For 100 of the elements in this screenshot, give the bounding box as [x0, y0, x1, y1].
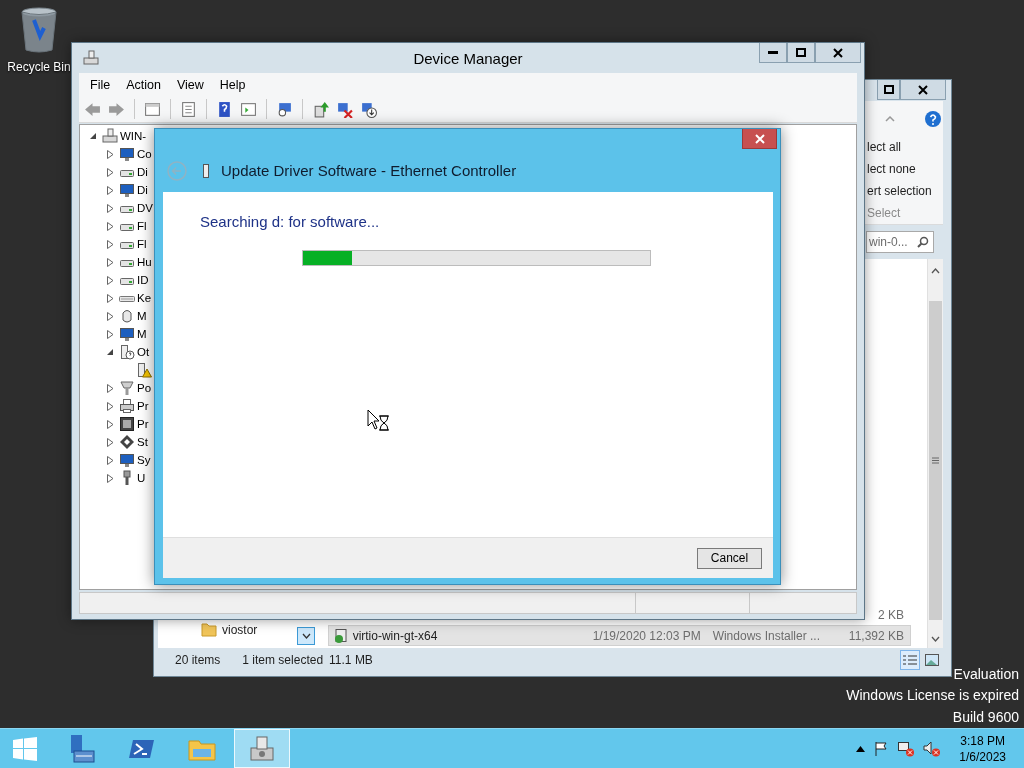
tree-item[interactable]: Ke	[137, 292, 152, 304]
mouse-icon	[119, 308, 135, 324]
tree-item[interactable]: Di	[137, 166, 148, 178]
taskbar-app[interactable]	[234, 729, 290, 768]
show-hidden-icons[interactable]	[856, 745, 866, 752]
help-icon[interactable]	[925, 110, 941, 127]
window-title: Device Manager	[413, 49, 523, 67]
clock-time: 3:18 PM	[960, 732, 1005, 749]
expand-toggle[interactable]	[105, 347, 115, 357]
tree-item[interactable]: St	[137, 436, 148, 448]
tree-item[interactable]: Di	[137, 184, 148, 196]
tree-item[interactable]: Pr	[137, 400, 149, 412]
expand-toggle[interactable]	[105, 473, 115, 483]
question-device-icon	[119, 344, 135, 360]
tree-item[interactable]: ID	[137, 274, 149, 286]
download-device-icon	[360, 100, 377, 118]
menu-item[interactable]: View	[168, 77, 212, 92]
expand-toggle[interactable]	[105, 383, 115, 393]
tree-item[interactable]: WIN-	[120, 130, 147, 142]
tree-item[interactable]: M	[137, 310, 147, 322]
tree-item[interactable]: Fl	[137, 220, 147, 232]
monitor-icon	[119, 146, 135, 162]
menu-item[interactable]: File	[82, 77, 119, 92]
ribbon-command[interactable]: ert selection	[867, 180, 943, 202]
monitor-icon	[119, 326, 135, 342]
license-notice: Evaluation	[953, 664, 1019, 684]
expand-toggle[interactable]	[105, 185, 115, 195]
chip-icon	[119, 416, 135, 432]
menu-item[interactable]: Help	[211, 77, 254, 92]
expand-toggle[interactable]	[105, 257, 115, 267]
selection-size: 11.1 MB	[329, 653, 373, 667]
tree-item[interactable]: Fl	[137, 238, 147, 250]
expand-toggle[interactable]	[105, 239, 115, 249]
speaker-muted-icon[interactable]	[923, 740, 942, 757]
network-error-icon[interactable]	[897, 740, 916, 757]
ribbon-command[interactable]: lect none	[867, 158, 943, 180]
tree-item[interactable]: M	[137, 328, 147, 340]
tree-item[interactable]: Pr	[137, 418, 149, 430]
ribbon-command[interactable]: lect all	[867, 136, 943, 158]
close-button[interactable]	[742, 129, 777, 149]
file-row[interactable]: virtio-win-gt-x64 1/19/2020 12:03 PM Windows Installer ... 11,392 KB	[327, 625, 911, 646]
details-view-button[interactable]	[900, 650, 920, 670]
cancel-button[interactable]: Cancel	[697, 547, 762, 569]
tree-item[interactable]: Ot	[137, 346, 150, 358]
tree-item[interactable]: Po	[137, 382, 152, 394]
desktop-icon-label[interactable]: Recycle Bin	[7, 60, 71, 74]
expand-toggle[interactable]	[105, 275, 115, 285]
close-button[interactable]	[900, 80, 946, 100]
expand-toggle[interactable]	[105, 401, 115, 411]
back-arrow-icon	[84, 100, 101, 118]
license-notice: Windows License is expired	[846, 686, 1019, 705]
tree-item[interactable]: Co	[137, 148, 152, 160]
workstation-icon	[102, 128, 118, 144]
tree-item[interactable]: Hu	[137, 256, 152, 268]
scrollbar[interactable]	[927, 259, 943, 648]
dialog-title: Update Driver Software - Ethernet Controller	[221, 162, 517, 179]
flag-icon[interactable]	[873, 740, 890, 757]
file-size: 11,392 KB	[847, 628, 905, 643]
minimize-icon	[768, 51, 778, 54]
clock-date: 1/6/2023	[959, 748, 1006, 765]
collapse-ribbon-icon[interactable]	[885, 115, 895, 122]
grip-icon	[932, 457, 939, 464]
expand-toggle[interactable]	[105, 203, 115, 213]
item-count: 20 items	[175, 653, 221, 667]
clock[interactable]: 3:18 PM 1/6/2023	[949, 732, 1016, 765]
expand-toggle[interactable]	[105, 221, 115, 231]
workstation-icon	[83, 50, 99, 66]
chevron-down-icon	[931, 636, 940, 642]
tree-item[interactable]: DV	[137, 202, 153, 214]
busy-cursor-icon	[367, 409, 390, 431]
tree-item[interactable]: U	[137, 472, 146, 484]
expand-toggle[interactable]	[105, 455, 115, 465]
expand-toggle[interactable]	[105, 329, 115, 339]
monitor-icon	[119, 182, 135, 198]
expand-toggle[interactable]	[105, 311, 115, 321]
search-field[interactable]: win-0...	[866, 231, 934, 253]
printer-icon	[119, 398, 135, 414]
scroll-down-button[interactable]	[297, 627, 316, 645]
maximize-button[interactable]	[877, 80, 900, 100]
maximize-button[interactable]	[787, 43, 815, 63]
update-icon	[312, 100, 329, 118]
expand-toggle[interactable]	[88, 131, 98, 141]
close-icon	[918, 84, 928, 95]
status-message: Searching d: for software...	[200, 213, 381, 230]
expand-toggle[interactable]	[105, 293, 115, 303]
warning-device-icon	[136, 362, 152, 378]
license-notice: Build 9600	[952, 707, 1019, 727]
tree-item[interactable]: Sy	[137, 454, 151, 466]
recycle-bin-icon[interactable]	[20, 6, 58, 54]
close-button[interactable]	[815, 43, 861, 63]
nav-item[interactable]: viostor	[222, 623, 258, 637]
minimize-button[interactable]	[759, 43, 787, 63]
menu-item[interactable]: Action	[118, 77, 169, 92]
panel-icon	[144, 100, 161, 118]
expand-toggle[interactable]	[105, 167, 115, 177]
scroll-thumb[interactable]	[929, 301, 942, 620]
network-adapter-icon	[201, 162, 211, 179]
expand-toggle[interactable]	[105, 437, 115, 447]
expand-toggle[interactable]	[105, 149, 115, 159]
expand-toggle[interactable]	[105, 419, 115, 429]
